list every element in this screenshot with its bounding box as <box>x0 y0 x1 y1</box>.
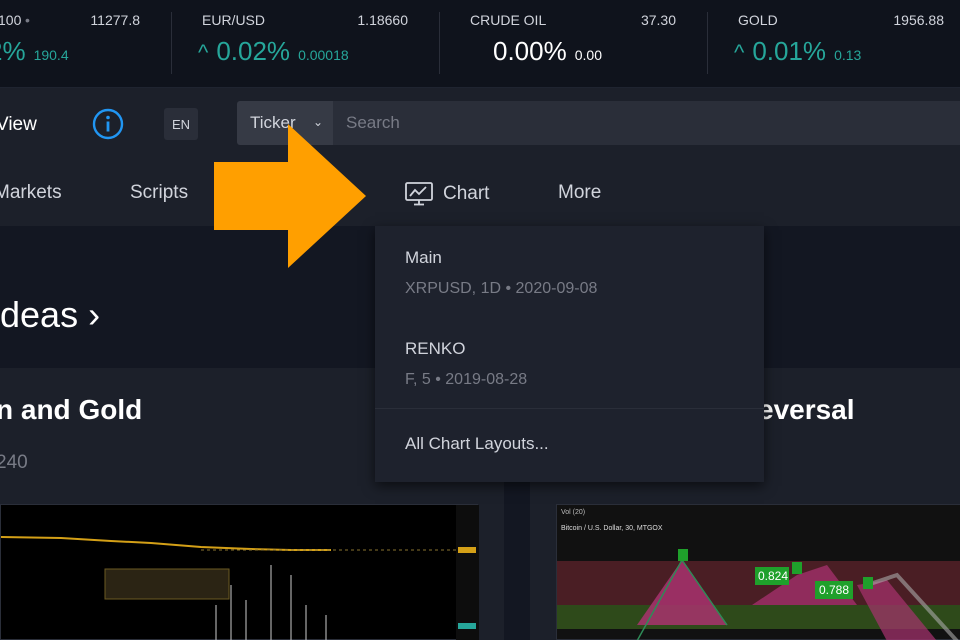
search-input[interactable] <box>333 101 960 145</box>
nav-more[interactable]: More <box>558 182 601 204</box>
ticker-price: 37.30 <box>640 12 676 28</box>
up-caret-icon: ^ <box>734 40 745 65</box>
chart-layouts-dropdown: Main XRPUSD, 1D • 2020-09-08 RENKO F, 5 … <box>375 226 764 482</box>
ticker-nasdaq[interactable]: 100 • 11277.8 2% 190.4 <box>0 0 170 88</box>
ticker-change-abs: 0.00018 <box>298 47 349 63</box>
idea-card-title: n and Gold <box>0 394 143 425</box>
ticker-change-abs: 0.13 <box>834 47 862 63</box>
ticker-change-pct: 2% <box>0 36 26 66</box>
chart-layout-item[interactable]: Main XRPUSD, 1D • 2020-09-08 <box>405 248 597 298</box>
chart-layout-meta: XRPUSD, 1D • 2020-09-08 <box>405 280 598 297</box>
idea-card-subtitle: 240 <box>0 452 28 473</box>
all-chart-layouts-link[interactable]: All Chart Layouts... <box>405 434 549 454</box>
ticker-change-abs: 190.4 <box>33 47 69 63</box>
ticker-bar: 100 • 11277.8 2% 190.4 EUR/USD 1.18660 ^… <box>0 0 960 88</box>
dot-separator: • <box>25 12 30 28</box>
ticker-price: 1956.88 <box>893 12 944 28</box>
ticker-eurusd[interactable]: EUR/USD 1.18660 ^ 0.02% 0.00018 <box>172 0 438 88</box>
nav-markets[interactable]: Markets <box>0 182 62 204</box>
ticker-change-pct: 0.01% <box>752 36 827 66</box>
nav-chart-label: Chart <box>443 183 490 204</box>
ticker-change-abs: 0.00 <box>574 47 602 63</box>
ticker-change-pct: 0.00% <box>493 36 567 66</box>
thumbnail-chart-graphic <box>0 505 479 640</box>
ticker-change: ^ 0.02% 0.00018 <box>198 36 349 67</box>
ticker-change: 0.00% 0.00 <box>493 36 602 67</box>
chart-layout-meta: F, 5 • 2019-08-28 <box>405 371 528 388</box>
fib-ratio-label: 0.788 <box>819 583 850 597</box>
fib-ratio-label: 0.824 <box>758 569 789 583</box>
idea-thumbnail: Vol (20) Bitcoin / U.S. Dollar, 30, MTGO… <box>556 504 960 640</box>
chart-monitor-icon <box>405 182 433 206</box>
ticker-change: ^ 0.01% 0.13 <box>734 36 861 67</box>
up-caret-icon: ^ <box>198 40 209 65</box>
ticker-change: 2% 190.4 <box>0 36 69 67</box>
ticker-gold[interactable]: GOLD 1956.88 ^ 0.01% 0.13 <box>708 0 960 88</box>
nav-scripts[interactable]: Scripts <box>130 182 188 204</box>
orange-pointer-arrow-icon <box>214 124 366 268</box>
language-button[interactable]: EN <box>164 108 198 140</box>
chart-layout-item[interactable]: RENKO F, 5 • 2019-08-28 <box>405 339 527 389</box>
ticker-price: 11277.8 <box>90 12 140 28</box>
nav-chart[interactable]: Chart <box>375 160 527 228</box>
ticker-name: GOLD <box>738 12 778 28</box>
ticker-crude-oil[interactable]: CRUDE OIL 37.30 0.00% 0.00 <box>440 0 706 88</box>
idea-thumbnail <box>0 504 479 640</box>
site-logo-text[interactable]: View <box>0 114 37 136</box>
ticker-name: CRUDE OIL <box>470 12 547 28</box>
chart-layout-name: Main <box>405 248 442 267</box>
idea-card-title: eversal <box>758 394 855 425</box>
ticker-name: EUR/USD <box>202 12 266 28</box>
dropdown-divider <box>375 408 764 409</box>
chart-layout-name: RENKO <box>405 339 466 358</box>
info-icon[interactable] <box>92 108 124 140</box>
ticker-name: 100 <box>0 12 22 28</box>
ticker-change-pct: 0.02% <box>216 36 291 66</box>
thumbnail-vol-label: Vol (20) <box>561 509 586 516</box>
ideas-heading[interactable]: ideas › <box>0 294 100 336</box>
ticker-price: 1.18660 <box>357 12 408 28</box>
thumbnail-caption: Bitcoin / U.S. Dollar, 30, MTGOX <box>561 525 663 532</box>
